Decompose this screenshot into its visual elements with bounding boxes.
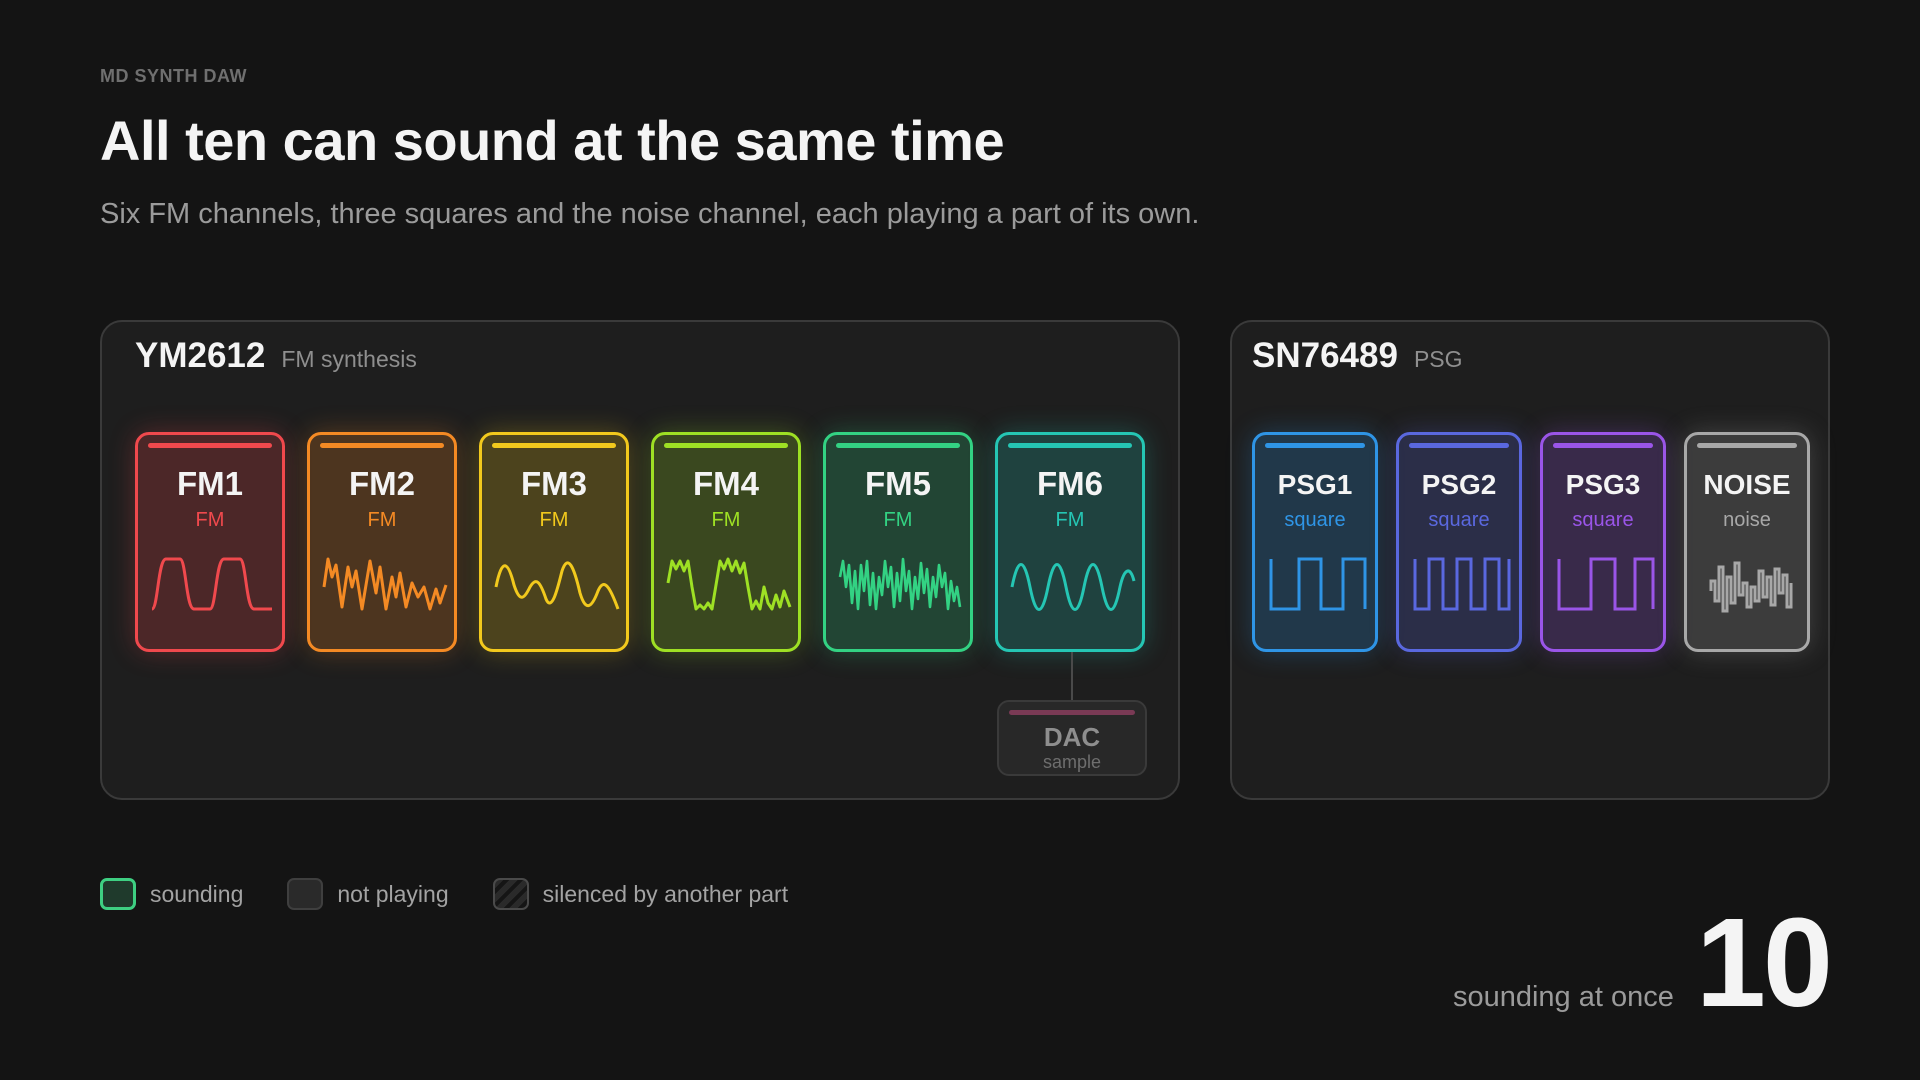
page-title: All ten can sound at the same time <box>100 109 1005 172</box>
channel-name: FM4 <box>693 465 759 502</box>
channel-color-bar <box>1409 443 1509 448</box>
channel-dac[interactable]: DAC sample <box>997 700 1147 776</box>
legend-item-not-playing: not playing <box>287 878 449 910</box>
page-subtitle: Six FM channels, three squares and the n… <box>100 198 1200 230</box>
channel-color-bar <box>1008 443 1132 448</box>
channel-color-bar <box>1265 443 1365 448</box>
noise-wave-icon <box>1709 561 1793 613</box>
legend-swatch-sounding <box>100 878 136 910</box>
square-wave-icon <box>1413 557 1511 611</box>
channel-color-bar <box>836 443 960 448</box>
channel-type: noise <box>1723 509 1771 531</box>
channel-type: sample <box>1042 752 1102 772</box>
psg-chip-kind: PSG <box>1413 346 1463 372</box>
fm-chip-kind: FM synthesis <box>281 346 417 372</box>
channel-name: FM3 <box>521 465 587 502</box>
channel-type: FM <box>367 509 397 531</box>
channel-name: FM5 <box>865 465 931 502</box>
legend-label: not playing <box>337 880 449 907</box>
channel-fm6[interactable]: FM6 FM <box>995 432 1145 652</box>
channel-type: FM <box>1055 509 1085 531</box>
fm-chip-name: YM2612 <box>135 336 266 375</box>
dac-connector-line <box>1071 652 1073 700</box>
channel-psg1[interactable]: PSG1 square <box>1252 432 1378 652</box>
channel-name: FM2 <box>349 465 415 502</box>
psg-chip-header: SN76489 PSG <box>1252 336 1463 376</box>
legend-swatch-silenced <box>492 878 529 910</box>
legend-item-silenced: silenced by another part <box>492 878 789 910</box>
channel-type: square <box>1572 509 1634 531</box>
legend-swatch-not-playing <box>287 878 324 910</box>
fm-chip-panel: YM2612 FM synthesis FM1 FM FM2 FM FM3 FM… <box>100 320 1180 800</box>
channel-noise[interactable]: NOISE noise <box>1684 432 1810 652</box>
channel-type: FM <box>711 509 741 531</box>
channel-fm1[interactable]: FM1 FM <box>135 432 285 652</box>
channel-name: NOISE <box>1703 469 1791 500</box>
fm-chip-header: YM2612 FM synthesis <box>135 336 417 376</box>
channel-type: FM <box>883 509 913 531</box>
psg-chip-name: SN76489 <box>1252 336 1398 375</box>
channel-type: FM <box>539 509 569 531</box>
channel-name: FM6 <box>1037 465 1103 502</box>
channel-type: square <box>1428 509 1490 531</box>
counter-label: sounding at once <box>1452 981 1674 1013</box>
channel-fm2[interactable]: FM2 FM <box>307 432 457 652</box>
channel-type: FM <box>195 509 225 531</box>
channel-color-bar <box>1009 710 1135 715</box>
legend-label: silenced by another part <box>542 880 789 907</box>
channel-color-bar <box>664 443 788 448</box>
channel-color-bar <box>492 443 616 448</box>
legend-label: sounding <box>150 880 244 907</box>
channel-color-bar <box>148 443 272 448</box>
channel-psg2[interactable]: PSG2 square <box>1396 432 1522 652</box>
square-wave-icon <box>1557 557 1655 611</box>
channel-name: DAC <box>1043 722 1101 752</box>
waveform-icon <box>322 557 448 611</box>
channel-color-bar <box>320 443 444 448</box>
channel-name: PSG2 <box>1421 469 1497 500</box>
waveform-icon <box>494 561 620 610</box>
channel-fm5[interactable]: FM5 FM <box>823 432 973 652</box>
channel-fm4[interactable]: FM4 FM <box>651 432 801 652</box>
channel-name: PSG3 <box>1565 469 1641 500</box>
counter-value: 10 <box>1695 892 1833 1033</box>
waveform-icon <box>1010 563 1136 611</box>
waveform-icon <box>150 557 272 611</box>
waveform-icon <box>838 557 962 611</box>
channel-type: square <box>1284 509 1346 531</box>
channel-name: FM1 <box>177 465 243 502</box>
legend: sounding not playing silenced by another… <box>100 878 788 910</box>
channel-color-bar <box>1697 443 1797 448</box>
channel-color-bar <box>1553 443 1653 448</box>
eyebrow: MD SYNTH DAW <box>100 66 247 86</box>
channel-psg3[interactable]: PSG3 square <box>1540 432 1666 652</box>
channel-name: PSG1 <box>1277 469 1353 500</box>
psg-chip-panel: SN76489 PSG PSG1 square PSG2 square PSG3… <box>1230 320 1830 800</box>
channel-fm3[interactable]: FM3 FM <box>479 432 629 652</box>
square-wave-icon <box>1269 557 1367 611</box>
sounding-counter: sounding at once 10 <box>1452 892 1833 1033</box>
waveform-icon <box>666 557 792 611</box>
legend-item-sounding: sounding <box>100 878 243 910</box>
